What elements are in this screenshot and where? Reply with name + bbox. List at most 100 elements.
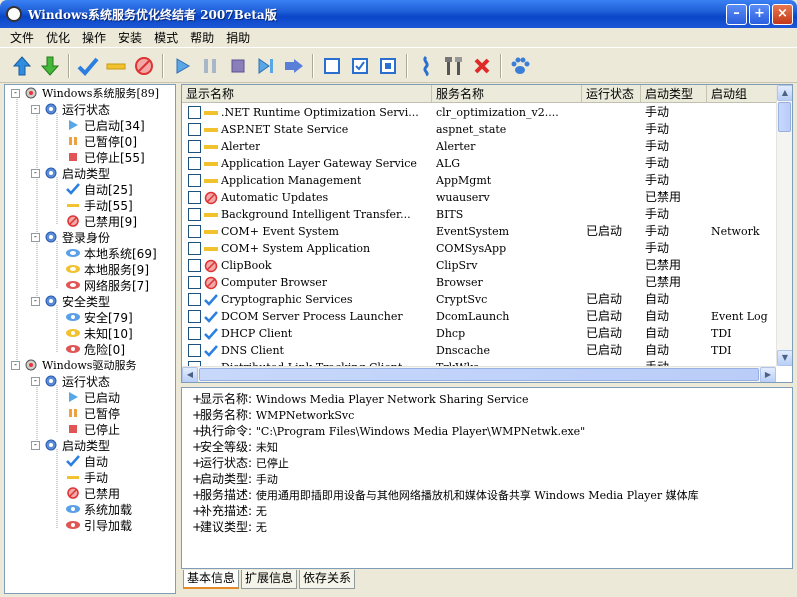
play-icon[interactable] — [168, 52, 196, 80]
table-row[interactable]: DCOM Server Process Launcher DcomLaunch 已启… — [182, 308, 778, 325]
row-checkbox[interactable] — [188, 344, 201, 357]
tools-icon[interactable] — [440, 52, 468, 80]
link-icon[interactable] — [412, 52, 440, 80]
tree-item-unknown[interactable]: 未知[10] — [65, 325, 133, 341]
scroll-thumb[interactable] — [199, 368, 759, 381]
minus-icon[interactable] — [102, 52, 130, 80]
table-row[interactable]: Automatic Updates wuauserv 已禁用 — [182, 189, 778, 206]
paw-icon[interactable] — [506, 52, 534, 80]
table-row[interactable]: Background Intelligent Transfer... BITS 手动 — [182, 206, 778, 223]
tree-root-driver-services[interactable]: - Windows驱动服务 — [11, 357, 136, 373]
row-checkbox[interactable] — [188, 225, 201, 238]
menu-optimize[interactable]: 优化 — [40, 29, 76, 46]
table-row[interactable]: Computer Browser Browser 已禁用 — [182, 274, 778, 291]
square-icon[interactable] — [318, 52, 346, 80]
checked-square-icon[interactable] — [346, 52, 374, 80]
row-checkbox[interactable] — [188, 276, 201, 289]
close-button[interactable]: × — [772, 4, 793, 25]
collapse-toggle[interactable]: - — [31, 296, 40, 306]
menu-install[interactable]: 安装 — [112, 29, 148, 46]
next-icon[interactable] — [252, 52, 280, 80]
table-row[interactable]: ASP.NET State Service aspnet_state 手动 — [182, 121, 778, 138]
tree-item-driver-started[interactable]: 已启动 — [65, 389, 120, 405]
tree-item-driver-paused[interactable]: 已暂停 — [65, 405, 120, 421]
tree-root-system-services[interactable]: - Windows系统服务[89] — [11, 85, 160, 101]
tab-dependencies[interactable]: 依存关系 — [299, 570, 356, 589]
tree-item-driver-auto[interactable]: 自动 — [65, 453, 108, 469]
maximize-button[interactable]: + — [749, 4, 770, 25]
table-row[interactable]: COM+ Event System EventSystem 已启动 手动 Network — [182, 223, 778, 240]
collapse-toggle[interactable]: - — [31, 376, 40, 386]
column-header-run-state[interactable]: 运行状态 — [582, 85, 641, 103]
menu-help[interactable]: 帮助 — [184, 29, 220, 46]
row-checkbox[interactable] — [188, 106, 201, 119]
row-checkbox[interactable] — [188, 259, 201, 272]
tab-extended-info[interactable]: 扩展信息 — [241, 570, 298, 589]
tree-item-local-system[interactable]: 本地系统[69] — [65, 245, 157, 261]
collapse-toggle[interactable]: - — [31, 232, 40, 242]
collapse-toggle[interactable]: - — [31, 440, 40, 450]
table-row[interactable]: .NET Runtime Optimization Servi... clr_op… — [182, 104, 778, 121]
row-checkbox[interactable] — [188, 327, 201, 340]
row-checkbox[interactable] — [188, 191, 201, 204]
minimize-button[interactable]: – — [726, 4, 747, 25]
row-checkbox[interactable] — [188, 208, 201, 221]
tree-item-safe[interactable]: 安全[79] — [65, 309, 133, 325]
filled-square-icon[interactable] — [374, 52, 402, 80]
row-checkbox[interactable] — [188, 242, 201, 255]
row-checkbox[interactable] — [188, 293, 201, 306]
pause-icon[interactable] — [196, 52, 224, 80]
column-header-start-group[interactable]: 启动组 — [707, 85, 778, 103]
tree-item-network-service[interactable]: 网络服务[7] — [65, 277, 149, 293]
tree-item-driver-system-load[interactable]: 系统加载 — [65, 501, 132, 517]
menu-file[interactable]: 文件 — [4, 29, 40, 46]
tree-node-login-identity[interactable]: - 登录身份 — [31, 229, 110, 245]
arrow-up-icon[interactable] — [8, 52, 36, 80]
tree-node-driver-run-state[interactable]: - 运行状态 — [31, 373, 110, 389]
row-checkbox[interactable] — [188, 174, 201, 187]
row-checkbox[interactable] — [188, 157, 201, 170]
tree-node-security-type[interactable]: - 安全类型 — [31, 293, 110, 309]
table-row[interactable]: Application Layer Gateway Service ALG 手动 — [182, 155, 778, 172]
row-checkbox[interactable] — [188, 123, 201, 136]
table-row[interactable]: COM+ System Application COMSysApp 手动 — [182, 240, 778, 257]
tree-node-driver-start-type[interactable]: - 启动类型 — [31, 437, 110, 453]
table-row[interactable]: ClipBook ClipSrv 已禁用 — [182, 257, 778, 274]
menu-donate[interactable]: 捐助 — [220, 29, 256, 46]
delete-icon[interactable] — [468, 52, 496, 80]
menu-mode[interactable]: 模式 — [148, 29, 184, 46]
vertical-scrollbar[interactable]: ▲ ▼ — [776, 85, 792, 366]
column-header-service-name[interactable]: 服务名称 — [432, 85, 582, 103]
tree-item-paused[interactable]: 已暂停[0] — [65, 133, 137, 149]
fast-forward-icon[interactable] — [280, 52, 308, 80]
row-checkbox[interactable] — [188, 310, 201, 323]
tab-basic-info[interactable]: 基本信息 — [183, 570, 240, 589]
tree-item-driver-stopped[interactable]: 已停止 — [65, 421, 120, 437]
table-row[interactable]: DHCP Client Dhcp 已启动 自动 TDI — [182, 325, 778, 342]
stop-icon[interactable] — [224, 52, 252, 80]
tree-item-driver-manual[interactable]: 手动 — [65, 469, 108, 485]
column-header-display-name[interactable]: 显示名称 — [182, 85, 432, 103]
column-header-start-type[interactable]: 启动类型 — [641, 85, 707, 103]
tree-item-manual[interactable]: 手动[55] — [65, 197, 133, 213]
tree-item-started[interactable]: 已启动[34] — [65, 117, 145, 133]
table-row[interactable]: DNS Client Dnscache 已启动 自动 TDI — [182, 342, 778, 359]
scroll-down-button[interactable]: ▼ — [777, 350, 792, 366]
collapse-toggle[interactable]: - — [11, 88, 20, 98]
scroll-up-button[interactable]: ▲ — [777, 85, 792, 101]
check-icon[interactable] — [74, 52, 102, 80]
row-checkbox[interactable] — [188, 140, 201, 153]
tree-item-auto[interactable]: 自动[25] — [65, 181, 133, 197]
tree-item-danger[interactable]: 危险[0] — [65, 341, 125, 357]
scroll-left-button[interactable]: ◀ — [182, 367, 198, 382]
disabled-icon[interactable] — [130, 52, 158, 80]
collapse-toggle[interactable]: - — [31, 104, 40, 114]
tree-node-run-state[interactable]: - 运行状态 — [31, 101, 110, 117]
collapse-toggle[interactable]: - — [11, 360, 20, 370]
menu-operate[interactable]: 操作 — [76, 29, 112, 46]
scroll-right-button[interactable]: ▶ — [760, 367, 776, 382]
tree-item-stopped[interactable]: 已停止[55] — [65, 149, 145, 165]
collapse-toggle[interactable]: - — [31, 168, 40, 178]
tree-node-start-type[interactable]: - 启动类型 — [31, 165, 110, 181]
table-row[interactable]: Application Management AppMgmt 手动 — [182, 172, 778, 189]
